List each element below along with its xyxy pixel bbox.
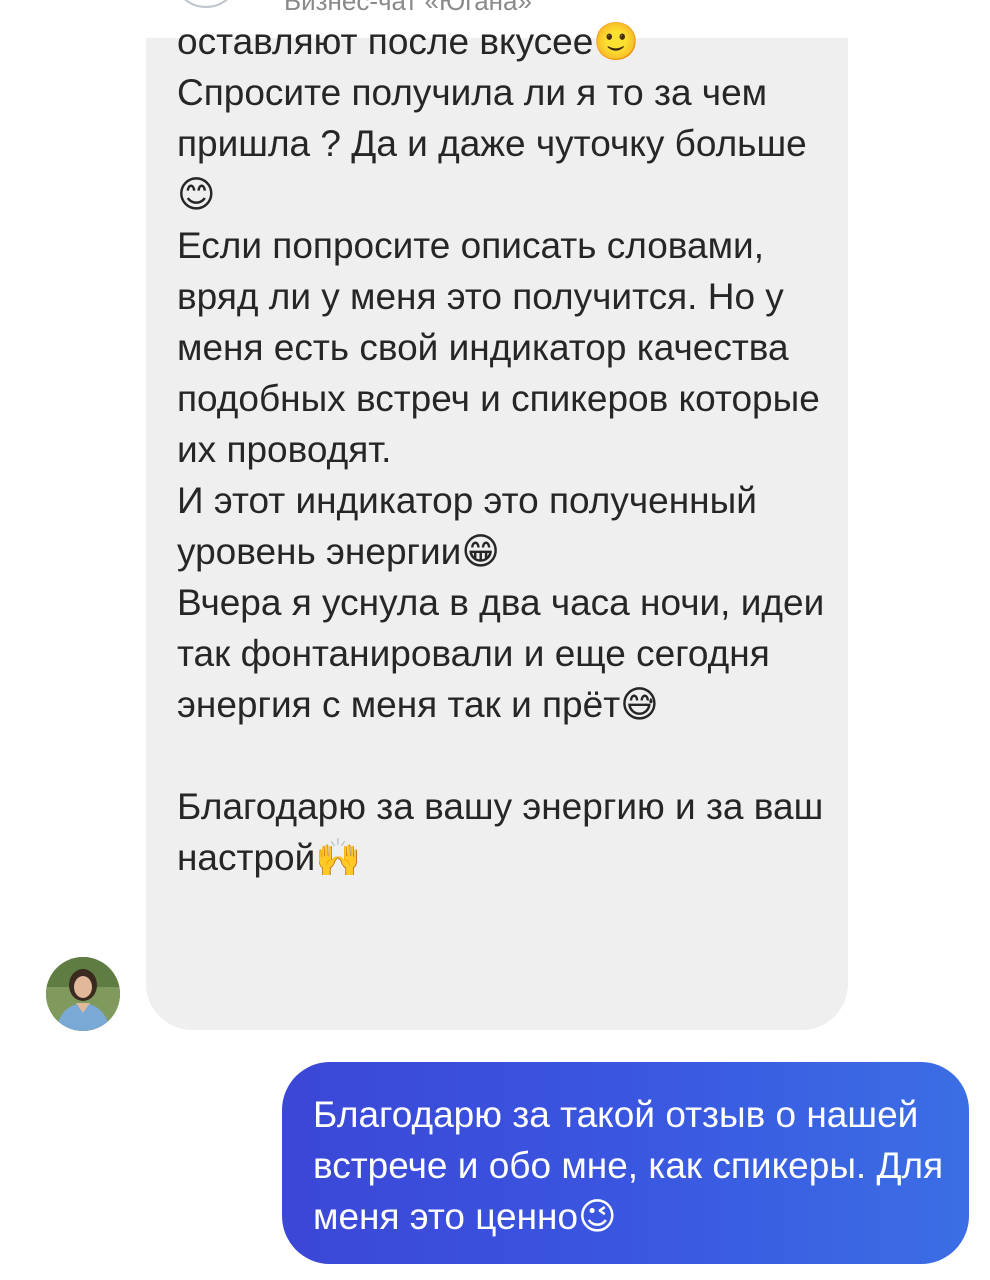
sender-avatar[interactable] (46, 957, 120, 1031)
incoming-message-bubble[interactable]: оставляют после вкусее🙂 Спросите получил… (146, 21, 848, 1030)
chat-screen: Бизнес-чат «Югана» оставляют после вкусе… (0, 0, 990, 1280)
chat-header: Бизнес-чат «Югана» (0, 0, 990, 14)
incoming-message-text: оставляют после вкусее🙂 Спросите получил… (177, 21, 825, 878)
outgoing-message-bubble[interactable]: Благодарю за такой отзыв о нашей встрече… (282, 1062, 969, 1264)
outgoing-message-text: Благодарю за такой отзыв о нашей встрече… (313, 1094, 954, 1237)
chat-avatar-icon[interactable] (172, 0, 240, 8)
user-avatar-icon (46, 957, 120, 1031)
chat-title[interactable]: Бизнес-чат «Югана» (284, 0, 532, 14)
